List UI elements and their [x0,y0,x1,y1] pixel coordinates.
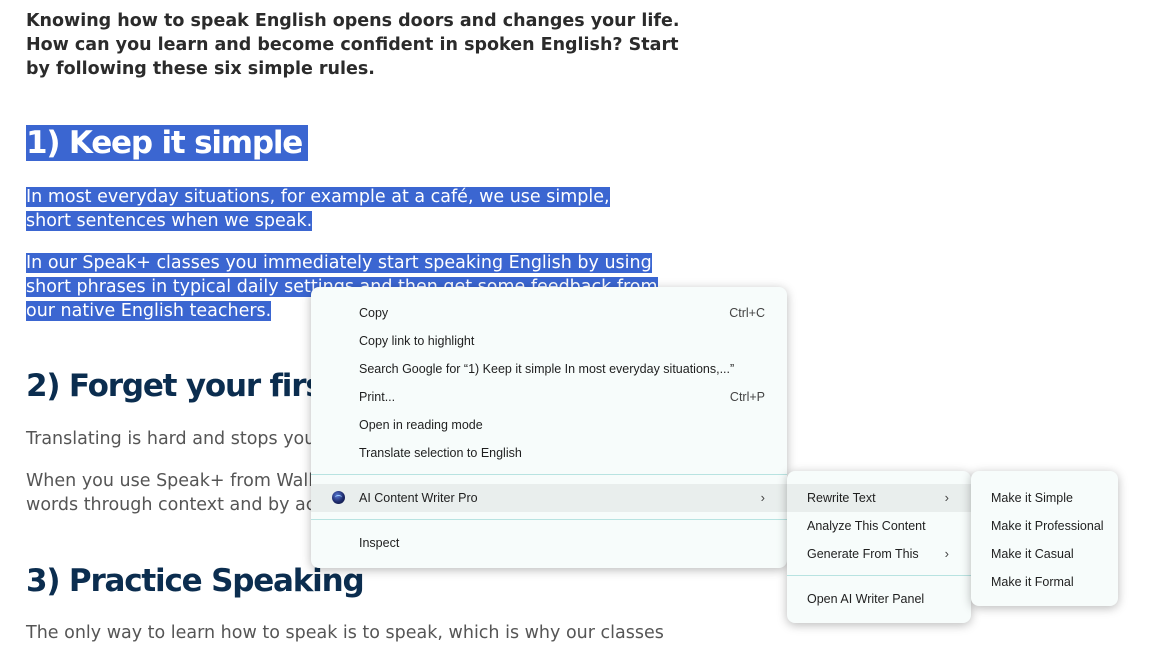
menu-item-label: Generate From This [807,547,919,561]
menu-item-inspect[interactable]: Inspect [311,529,787,557]
menu-item-analyze-content[interactable]: Analyze This Content [787,512,971,540]
menu-item-label: AI Content Writer Pro [359,491,478,505]
menu-item-search-google[interactable]: Search Google for “1) Keep it simple In … [311,355,787,383]
menu-item-label: Copy link to highlight [359,334,475,348]
menu-item-make-professional[interactable]: Make it Professional [971,512,1118,540]
shortcut-label: Ctrl+C [729,306,765,320]
chevron-right-icon: › [760,490,765,505]
menu-item-make-simple[interactable]: Make it Simple [971,484,1118,512]
menu-item-label: Make it Professional [991,519,1104,533]
menu-item-translate-selection[interactable]: Translate selection to English [311,439,787,467]
menu-item-label: Analyze This Content [807,519,926,533]
heading-forget-your-first: 2) Forget your first [26,368,337,404]
menu-item-label: Print... [359,390,396,404]
context-menu: Copy Ctrl+C Copy link to highlight Searc… [311,287,787,568]
menu-item-make-casual[interactable]: Make it Casual [971,540,1118,568]
paragraph-line: words through context and by act [26,495,323,515]
paragraph-everyday-situations: In most everyday situations, for example… [26,185,646,233]
menu-item-generate-from-this[interactable]: Generate From This › [787,540,971,568]
menu-item-label: Make it Formal [991,575,1074,589]
menu-separator [787,575,971,576]
rewrite-submenu: Make it Simple Make it Professional Make… [971,471,1118,606]
paragraph-line: When you use Speak+ from Wall S [26,471,330,491]
menu-item-label: Search Google for “1) Keep it simple In … [359,362,735,376]
menu-item-label: Inspect [359,536,400,550]
menu-item-make-formal[interactable]: Make it Formal [971,568,1118,596]
menu-item-print[interactable]: Print... Ctrl+P [311,383,787,411]
shortcut-label: Ctrl+P [729,390,765,404]
menu-item-label: Open AI Writer Panel [807,592,925,606]
menu-item-label: Make it Casual [991,547,1074,561]
menu-item-open-reading-mode[interactable]: Open in reading mode [311,411,787,439]
menu-item-copy-link-to-highlight[interactable]: Copy link to highlight [311,327,787,355]
menu-item-label: Make it Simple [991,491,1073,505]
heading-practice-speaking: 3) Practice Speaking [26,563,365,599]
menu-item-rewrite-text[interactable]: Rewrite Text › [787,484,971,512]
menu-item-label: Copy [359,306,389,320]
ai-writer-submenu: Rewrite Text › Analyze This Content Gene… [787,471,971,623]
selected-heading-text: 1) Keep it simple [26,125,309,161]
menu-item-label: Open in reading mode [359,418,483,432]
chevron-right-icon: › [944,546,949,561]
paragraph-only-way: The only way to learn how to speak is to… [26,623,664,643]
selected-text: In most everyday situations, for example… [26,187,610,231]
menu-item-copy[interactable]: Copy Ctrl+C [311,299,787,327]
menu-item-label: Translate selection to English [359,446,522,460]
menu-separator [311,474,787,475]
ai-writer-logo-icon [332,491,345,504]
chevron-right-icon: › [944,490,949,505]
menu-item-ai-content-writer-pro[interactable]: AI Content Writer Pro › [311,484,787,512]
heading-keep-it-simple: 1) Keep it simple [26,122,309,164]
menu-separator [311,519,787,520]
menu-item-label: Rewrite Text [807,491,876,505]
intro-paragraph: Knowing how to speak English opens doors… [26,11,680,79]
menu-item-open-ai-writer-panel[interactable]: Open AI Writer Panel [787,585,971,613]
